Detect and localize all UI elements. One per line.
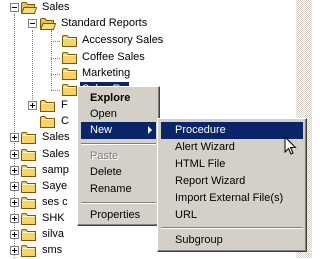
menu-item-subgroup[interactable]: Subgroup [161, 232, 303, 249]
folder-open-icon [21, 1, 37, 14]
expand-icon[interactable] [10, 246, 19, 255]
menu-item-import-external[interactable]: Import External File(s) [161, 190, 303, 207]
folder-icon [21, 228, 37, 241]
tree-item-label: SHK [42, 212, 65, 224]
folder-icon [62, 34, 78, 47]
tree-item-coffee-sales[interactable]: Coffee Sales [0, 50, 296, 66]
folder-icon [62, 67, 78, 80]
menu-separator [81, 202, 156, 204]
menu-item-label: Procedure [175, 124, 226, 136]
folder-icon [21, 244, 37, 257]
folder-icon [40, 115, 56, 128]
submenu-arrow-icon [148, 126, 152, 134]
menu-item-properties[interactable]: Properties [81, 207, 156, 224]
menu-item-rename[interactable]: Rename [81, 181, 156, 198]
tree-item-label: C [61, 115, 69, 127]
menu-item-label: HTML File [175, 158, 226, 170]
expand-icon[interactable] [10, 198, 19, 207]
menu-item-label: Open [90, 108, 117, 120]
menu-separator [161, 227, 303, 229]
menu-separator [81, 143, 156, 145]
tree-item-label: Sales [42, 131, 70, 143]
context-menu: Explore Open New Paste Delete Rename Pro… [77, 86, 160, 226]
menu-item-label: Rename [90, 183, 132, 195]
tree-item-label: ses c [42, 196, 68, 208]
menu-item-alert-wizard[interactable]: Alert Wizard [161, 139, 303, 156]
menu-item-label: URL [175, 209, 198, 221]
expand-icon[interactable] [10, 230, 19, 239]
menu-item-paste[interactable]: Paste [81, 148, 156, 165]
menu-item-label: Delete [90, 166, 122, 178]
folder-open-icon [40, 17, 56, 30]
menu-item-label: Properties [90, 209, 141, 221]
expand-icon[interactable] [10, 182, 19, 191]
menu-item-new[interactable]: New [81, 122, 156, 139]
tree-item-standard-reports[interactable]: Standard Reports [0, 16, 296, 32]
folder-icon [62, 83, 78, 96]
tree-item-label: Accessory Sales [82, 34, 164, 46]
folder-icon [21, 148, 37, 161]
collapse-icon[interactable] [10, 3, 19, 12]
menu-item-html-file[interactable]: HTML File [161, 156, 303, 173]
tree-item-label: sms [42, 244, 63, 256]
menu-item-label: Alert Wizard [175, 141, 235, 153]
tree-item-label: F [61, 99, 68, 111]
tree-item-label: Sales [42, 148, 70, 160]
menu-item-label: Explore [90, 92, 131, 104]
menu-item-procedure[interactable]: Procedure [161, 122, 303, 139]
collapse-icon[interactable] [28, 19, 37, 28]
tree-item-label: Standard Reports [61, 17, 148, 29]
expand-icon[interactable] [10, 166, 19, 175]
tree-item-label: Coffee Sales [82, 51, 145, 63]
tree-item-label: Sales [42, 1, 70, 13]
menu-item-explore[interactable]: Explore [81, 90, 156, 107]
menu-item-label: Subgroup [175, 234, 223, 246]
tree-item-marketing[interactable]: Marketing [0, 66, 296, 82]
expand-icon[interactable] [10, 150, 19, 159]
menu-item-label: New [90, 124, 113, 136]
expand-icon[interactable] [10, 133, 19, 142]
menu-item-delete[interactable]: Delete [81, 164, 156, 181]
folder-icon [40, 99, 56, 112]
tree-item-sales[interactable]: Sales [0, 0, 296, 16]
expand-icon[interactable] [10, 214, 19, 223]
expand-icon[interactable] [28, 101, 37, 110]
menu-item-report-wizard[interactable]: Report Wizard [161, 173, 303, 190]
folder-icon [62, 51, 78, 64]
tree-item-label: silva [42, 228, 65, 240]
tree-item-label: Saye [42, 180, 68, 192]
folder-icon [21, 212, 37, 225]
menu-item-open[interactable]: Open [81, 106, 156, 123]
tree-item-label: samp [42, 164, 69, 176]
folder-icon [21, 180, 37, 193]
menu-item-label: Paste [90, 150, 119, 162]
folder-icon [21, 164, 37, 177]
mouse-cursor-icon [284, 136, 297, 155]
menu-item-label: Import External File(s) [175, 192, 284, 204]
folder-icon [21, 196, 37, 209]
tree-item-accessory-sales[interactable]: Accessory Sales [0, 33, 296, 49]
folder-icon [21, 131, 37, 144]
tree-item-label: Marketing [82, 67, 131, 79]
menu-item-url[interactable]: URL [161, 207, 303, 224]
menu-item-label: Report Wizard [175, 175, 246, 187]
